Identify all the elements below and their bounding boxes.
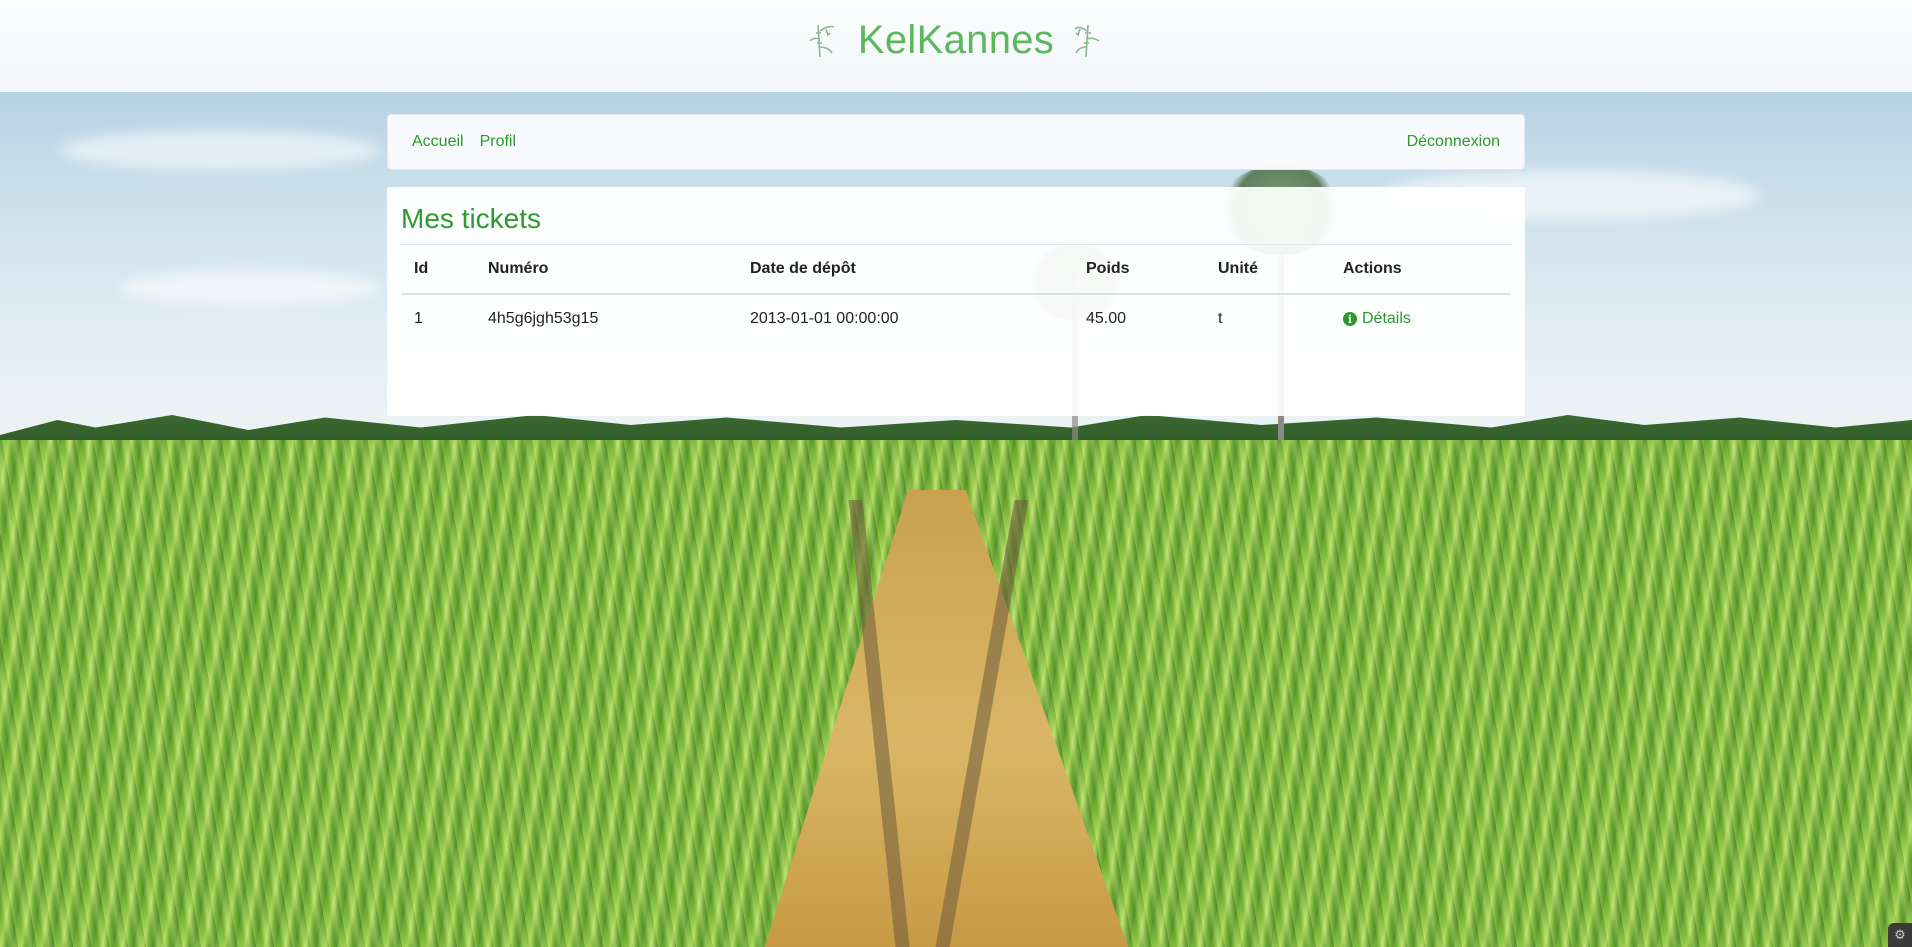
bamboo-icon xyxy=(1074,24,1100,58)
table-body: 1 4h5g6jgh53g15 2013-01-01 00:00:00 45.0… xyxy=(401,294,1511,344)
table-header: Id Numéro Date de dépôt Poids Unité Acti… xyxy=(401,244,1511,294)
details-link[interactable]: i Détails xyxy=(1343,310,1411,328)
logout-link[interactable]: Déconnexion xyxy=(1407,133,1500,151)
toolbar-toggle-icon[interactable]: ⚙ xyxy=(1888,923,1912,947)
cell-unite: t xyxy=(1218,310,1223,327)
column-header-id: Id xyxy=(414,259,429,277)
table-header-row: Id Numéro Date de dépôt Poids Unité Acti… xyxy=(401,244,1511,294)
bamboo-icon xyxy=(809,24,835,58)
nav-left-group: Accueil Profil xyxy=(412,133,516,151)
column-header-date: Date de dépôt xyxy=(750,259,856,277)
navbar: Accueil Profil Déconnexion xyxy=(387,114,1525,170)
brand[interactable]: KelKannes xyxy=(808,18,1104,63)
page-title: Mes tickets xyxy=(401,203,542,234)
column-header-unite: Unité xyxy=(1218,259,1258,277)
column-header-actions: Actions xyxy=(1343,259,1402,277)
details-link-label: Détails xyxy=(1362,310,1411,328)
background-cloud xyxy=(60,130,380,170)
site-header: KelKannes xyxy=(0,0,1912,92)
column-header-numero: Numéro xyxy=(488,259,549,277)
column-header-poids: Poids xyxy=(1086,259,1130,277)
background-cloud xyxy=(120,270,380,306)
cell-actions: i Détails xyxy=(1330,294,1511,344)
info-circle-icon: i xyxy=(1343,312,1357,327)
nav-profile-link[interactable]: Profil xyxy=(480,133,516,151)
tickets-table: Id Numéro Date de dépôt Poids Unité Acti… xyxy=(401,244,1511,344)
tickets-panel: Mes tickets Id Numéro Date de dépôt Poid… xyxy=(387,187,1525,416)
cell-date: 2013-01-01 00:00:00 xyxy=(750,310,899,327)
table-row: 1 4h5g6jgh53g15 2013-01-01 00:00:00 45.0… xyxy=(401,294,1511,344)
cell-poids: 45.00 xyxy=(1086,310,1127,327)
cell-numero: 4h5g6jgh53g15 xyxy=(488,310,599,327)
brand-title: KelKannes xyxy=(857,17,1055,62)
nav-home-link[interactable]: Accueil xyxy=(412,133,464,151)
cell-id: 1 xyxy=(414,310,423,327)
